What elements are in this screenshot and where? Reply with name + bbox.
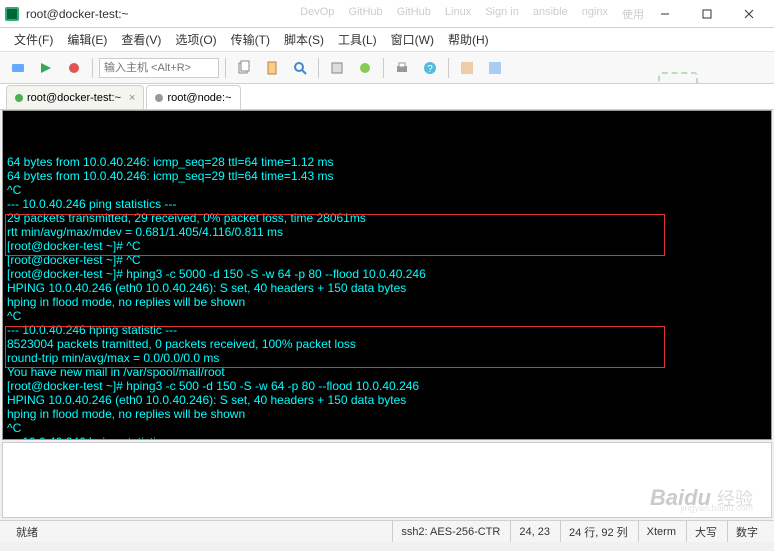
- status-cursor-pos: 24, 23: [510, 521, 558, 542]
- paste-icon[interactable]: [260, 56, 284, 80]
- session-tabs: root@docker-test:~ × root@node:~: [0, 84, 774, 110]
- host-input[interactable]: [99, 58, 219, 78]
- tab-label: root@node:~: [167, 92, 231, 104]
- status-size: 24 行, 92 列: [560, 521, 636, 542]
- menu-view[interactable]: 查看(V): [115, 29, 167, 50]
- session-options-icon[interactable]: [353, 56, 377, 80]
- title-bar: root@docker-test:~ DevOpGitHubGitHubLinu…: [0, 0, 774, 28]
- menu-help[interactable]: 帮助(H): [442, 29, 495, 50]
- status-connection: ssh2: AES-256-CTR: [392, 521, 508, 542]
- menu-tools[interactable]: 工具(L): [332, 29, 383, 50]
- watermark: Baidu 经验 jingyan.baidu.com: [650, 485, 753, 511]
- close-icon[interactable]: ×: [129, 92, 135, 104]
- tool-icon-1[interactable]: [455, 56, 479, 80]
- status-bar: 就绪 ssh2: AES-256-CTR 24, 23 24 行, 92 列 X…: [0, 520, 774, 542]
- svg-text:?: ?: [427, 64, 433, 75]
- properties-icon[interactable]: [325, 56, 349, 80]
- tool-icon-2[interactable]: [483, 56, 507, 80]
- window-title: root@docker-test:~: [26, 7, 300, 21]
- menu-transfer[interactable]: 传输(T): [225, 29, 276, 50]
- tab-node[interactable]: root@node:~: [146, 85, 240, 109]
- menu-file[interactable]: 文件(F): [8, 29, 59, 50]
- maximize-button[interactable]: [686, 0, 728, 28]
- connect-icon[interactable]: [6, 56, 30, 80]
- menu-window[interactable]: 窗口(W): [385, 29, 440, 50]
- menu-edit[interactable]: 编辑(E): [61, 29, 113, 50]
- app-icon: [4, 6, 20, 22]
- lower-panel: Baidu 经验 jingyan.baidu.com: [2, 442, 772, 518]
- menu-bar: 文件(F) 编辑(E) 查看(V) 选项(O) 传输(T) 脚本(S) 工具(L…: [0, 28, 774, 52]
- status-term: Xterm: [638, 521, 684, 542]
- find-icon[interactable]: [288, 56, 312, 80]
- status-dot-icon: [155, 94, 163, 102]
- close-button[interactable]: [728, 0, 770, 28]
- terminal-output[interactable]: 64 bytes from 10.0.40.246: icmp_seq=28 t…: [2, 110, 772, 440]
- menu-options[interactable]: 选项(O): [169, 29, 222, 50]
- status-dot-icon: [15, 94, 23, 102]
- copy-icon[interactable]: [232, 56, 256, 80]
- menu-script[interactable]: 脚本(S): [278, 29, 330, 50]
- watermark-url: jingyan.baidu.com: [680, 503, 753, 513]
- disconnect-icon[interactable]: [62, 56, 86, 80]
- quick-connect-icon[interactable]: [34, 56, 58, 80]
- tab-label: root@docker-test:~: [27, 92, 121, 104]
- minimize-button[interactable]: [644, 0, 686, 28]
- print-icon[interactable]: [390, 56, 414, 80]
- tab-docker-test[interactable]: root@docker-test:~ ×: [6, 85, 144, 109]
- ghost-browser-tabs: DevOpGitHubGitHubLinuxSign inansiblengin…: [300, 6, 644, 22]
- help-icon[interactable]: ?: [418, 56, 442, 80]
- status-caps: 大写: [686, 521, 725, 542]
- status-ready: 就绪: [8, 521, 46, 542]
- status-num: 数字: [727, 521, 766, 542]
